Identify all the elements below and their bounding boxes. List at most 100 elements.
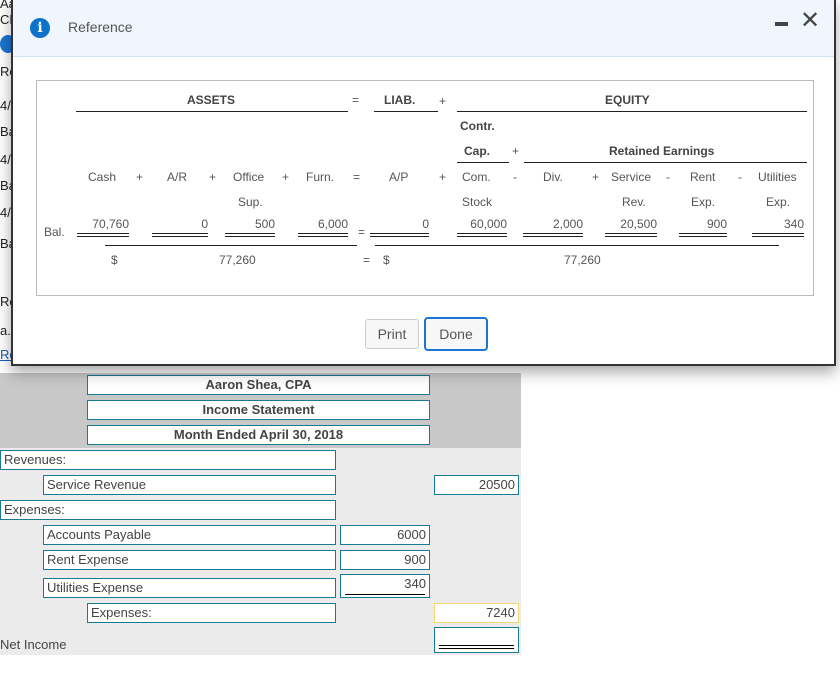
bg-text-fragment: 4/: [0, 98, 11, 113]
accounting-equation-panel: ASSETS = LIAB. + EQUITY Contr. Cap. + Re…: [36, 80, 814, 296]
bg-text-fragment: Ba: [0, 124, 11, 139]
operator: -: [666, 170, 670, 184]
minimize-button[interactable]: [772, 13, 792, 33]
double-underline: [370, 233, 429, 237]
revenue-item-amount-field[interactable]: 20500: [434, 475, 519, 495]
column-label: A/R: [167, 170, 188, 184]
operator: +: [592, 170, 600, 184]
bg-text-fragment: Ba: [0, 236, 11, 251]
bg-text-fragment: CF: [0, 12, 11, 27]
operator: +: [282, 170, 290, 184]
balance-value: 900: [706, 217, 727, 231]
done-button[interactable]: Done: [424, 317, 488, 351]
bg-text-fragment: 4/: [0, 205, 11, 220]
bg-text-fragment: Re: [0, 294, 11, 309]
column-label: A/P: [389, 170, 409, 184]
retained-earnings-rule: [524, 162, 807, 163]
balance-value: 0: [201, 217, 208, 231]
equity-header: EQUITY: [605, 93, 650, 107]
column-label-2: Rev.: [622, 195, 646, 209]
liabilities-header-rule: [374, 111, 438, 112]
currency-symbol: $: [383, 253, 390, 267]
minimize-icon: [775, 22, 788, 26]
close-button[interactable]: ✕: [798, 8, 822, 34]
print-button[interactable]: Print: [365, 319, 419, 349]
bg-text-fragment: Aa: [0, 0, 11, 11]
column-label-2: Exp.: [766, 195, 791, 209]
double-underline: [152, 233, 208, 237]
close-icon: ✕: [799, 7, 821, 34]
expense-item-label-field[interactable]: Rent Expense: [43, 550, 336, 570]
balance-value: 500: [254, 217, 275, 231]
bg-text-fragment: a.: [0, 323, 11, 338]
double-underline: [457, 233, 507, 237]
contributed-capital-label-2: Cap.: [464, 144, 491, 158]
statement-title-field[interactable]: Income Statement: [87, 400, 430, 420]
expense-item-label-field[interactable]: Utilities Expense: [43, 578, 336, 598]
operator: +: [439, 170, 447, 184]
double-underline: [752, 233, 804, 237]
expenses-label-field[interactable]: Expenses:: [0, 500, 336, 520]
column-label-2: Stock: [462, 195, 493, 209]
company-name-field[interactable]: Aaron Shea, CPA: [87, 375, 430, 395]
assets-total: 77,260: [219, 253, 256, 267]
column-label: Com.: [462, 170, 491, 184]
expense-item-amount-field[interactable]: 6000: [340, 525, 430, 545]
assets-header: ASSETS: [187, 93, 236, 107]
dialog-header: i Reference ✕: [13, 0, 834, 57]
contributed-capital-rule: [457, 162, 509, 163]
liabilities-header: LIAB.: [384, 93, 416, 107]
retained-earnings-header: Retained Earnings: [609, 144, 715, 158]
column-label: Furn.: [306, 170, 335, 184]
expense-item-label-field[interactable]: Accounts Payable: [43, 525, 336, 545]
double-underline: [298, 233, 348, 237]
net-income-label: Net Income: [0, 637, 67, 652]
double-underline: [225, 233, 275, 237]
info-icon: i: [30, 18, 50, 38]
expense-item-amount-value: 340: [404, 576, 426, 591]
currency-symbol: $: [111, 253, 118, 267]
plus-operator: +: [439, 94, 447, 108]
double-underline: [679, 233, 727, 237]
equals-operator: =: [352, 93, 360, 107]
operator: =: [353, 170, 361, 184]
balance-value: 340: [783, 217, 804, 231]
total-expenses-amount-field[interactable]: 7240: [434, 603, 519, 623]
bg-link-fragment[interactable]: Re: [0, 347, 11, 362]
total-expenses-label-field[interactable]: Expenses:: [87, 603, 336, 623]
column-label: Cash: [88, 170, 117, 184]
statement-period-field[interactable]: Month Ended April 30, 2018: [87, 425, 430, 445]
equals-operator: =: [358, 225, 366, 239]
balance-value: 20,500: [620, 217, 657, 231]
equals-operator: =: [363, 253, 371, 267]
assets-header-rule: [76, 111, 348, 112]
revenue-item-label-field[interactable]: Service Revenue: [43, 475, 336, 495]
balance-value: 60,000: [470, 217, 507, 231]
double-underline: [605, 233, 657, 237]
equity-header-rule: [457, 111, 807, 112]
column-label: Utilities: [758, 170, 797, 184]
operator: +: [209, 170, 217, 184]
reference-dialog: i Reference ✕ ASSETS = LIAB. + EQUITY Co…: [11, 0, 836, 366]
balance-value: 6,000: [317, 217, 348, 231]
expense-item-amount-field[interactable]: 340: [340, 574, 430, 598]
operator: -: [513, 170, 517, 184]
balance-value: 70,760: [92, 217, 129, 231]
balance-value: 0: [422, 217, 429, 231]
column-label-2: Exp.: [691, 195, 716, 209]
operator: +: [136, 170, 144, 184]
bg-text-fragment: Ba: [0, 178, 11, 193]
revenues-label-field[interactable]: Revenues:: [0, 450, 336, 470]
plus-operator: +: [512, 144, 520, 158]
dialog-title: Reference: [68, 19, 133, 35]
liab-equity-total-rule: [375, 245, 779, 246]
double-underline: [523, 233, 583, 237]
contributed-capital-label: Contr.: [460, 119, 495, 133]
balance-label: Bal.: [44, 225, 65, 239]
expense-item-amount-field[interactable]: 900: [340, 550, 430, 570]
net-income-amount-field[interactable]: [434, 627, 519, 653]
bg-text-fragment: 4/: [0, 152, 11, 167]
column-label-2: Sup.: [238, 195, 263, 209]
bg-text-fragment: Re: [0, 64, 11, 79]
column-label: Service: [611, 170, 652, 184]
